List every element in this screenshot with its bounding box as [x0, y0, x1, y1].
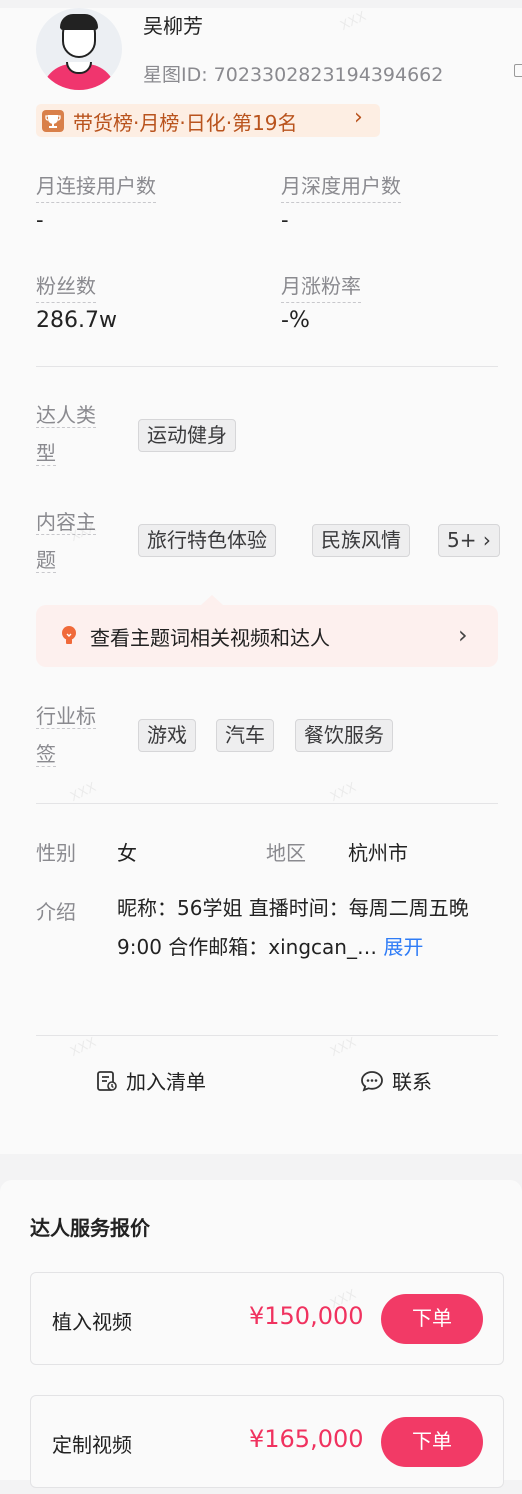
gender-value: 女	[117, 841, 137, 865]
order-button[interactable]: 下单	[381, 1417, 483, 1467]
order-button[interactable]: 下单	[381, 1294, 483, 1344]
content-topic-more-button[interactable]: 5+ ›	[438, 524, 500, 557]
content-topic-tag[interactable]: 旅行特色体验	[138, 524, 276, 557]
metric-value-monthly-deep: -	[281, 208, 289, 232]
copy-icon[interactable]	[514, 64, 522, 77]
trophy-icon	[42, 110, 64, 132]
expand-link[interactable]: 展开	[383, 935, 423, 959]
price-row: 定制视频 ¥165,000 下单	[30, 1395, 504, 1488]
chat-icon	[361, 1070, 383, 1091]
contact-button[interactable]: 联系	[360, 1066, 432, 1095]
topic-video-tip[interactable]: 查看主题词相关视频和达人	[36, 595, 498, 667]
price-value: ¥165,000	[249, 1425, 364, 1453]
tip-caret	[200, 595, 224, 606]
content-topic-tag[interactable]: 民族风情	[312, 524, 410, 557]
divider	[36, 803, 498, 804]
price-row-label: 植入视频	[52, 1310, 132, 1334]
tip-arrow-icon[interactable]: ›	[458, 621, 468, 649]
content-topic-label: 内容主题	[36, 510, 96, 573]
metric-label-fans: 粉丝数	[36, 270, 96, 303]
intro-label: 介绍	[36, 900, 76, 924]
list-add-icon	[97, 1070, 117, 1091]
gender-label: 性别	[36, 841, 76, 865]
add-to-list-label: 加入清单	[126, 1070, 206, 1094]
metric-value-monthly-connected: -	[36, 208, 44, 232]
price-value: ¥150,000	[249, 1302, 364, 1330]
lightbulb-icon	[62, 626, 76, 644]
rank-chevron-icon: ›	[354, 105, 363, 130]
avatar-hair	[60, 14, 98, 30]
rank-text: 带货榜·月榜·日化·第19名	[73, 111, 298, 135]
contact-label: 联系	[392, 1070, 432, 1094]
talent-type-tag[interactable]: 运动健身	[138, 419, 236, 452]
price-row: 植入视频 ¥150,000 下单	[30, 1272, 504, 1365]
metric-value-fans: 286.7w	[36, 308, 117, 333]
metric-label-monthly-deep: 月深度用户数	[281, 170, 401, 203]
industry-tag[interactable]: 餐饮服务	[295, 719, 393, 752]
avatar[interactable]	[36, 8, 122, 90]
divider	[36, 1035, 498, 1036]
talent-name: 吴柳芳	[143, 14, 203, 38]
price-row-label: 定制视频	[52, 1433, 132, 1457]
metric-label-monthly-connected: 月连接用户数	[36, 170, 156, 203]
industry-tag[interactable]: 游戏	[138, 719, 196, 752]
region-value: 杭州市	[348, 841, 408, 865]
divider	[36, 366, 498, 367]
region-label: 地区	[266, 841, 306, 865]
tip-text: 查看主题词相关视频和达人	[90, 626, 330, 650]
intro-text: 昵称：56学姐 直播时间：每周二周五晚9:00 合作邮箱：xingcan_… 展…	[117, 896, 469, 959]
metric-label-fan-growth: 月涨粉率	[281, 270, 361, 303]
star-id: 星图ID: 7023302823194394662	[143, 64, 444, 86]
industry-tag[interactable]: 汽车	[216, 719, 274, 752]
add-to-list-button[interactable]: 加入清单	[96, 1066, 206, 1095]
pricing-title: 达人服务报价	[30, 1216, 150, 1240]
rank-badge[interactable]: 带货榜·月榜·日化·第19名	[36, 104, 380, 137]
talent-type-label: 达人类型	[36, 403, 96, 466]
metric-value-fan-growth: -%	[281, 308, 310, 333]
industry-label: 行业标签	[36, 704, 96, 767]
